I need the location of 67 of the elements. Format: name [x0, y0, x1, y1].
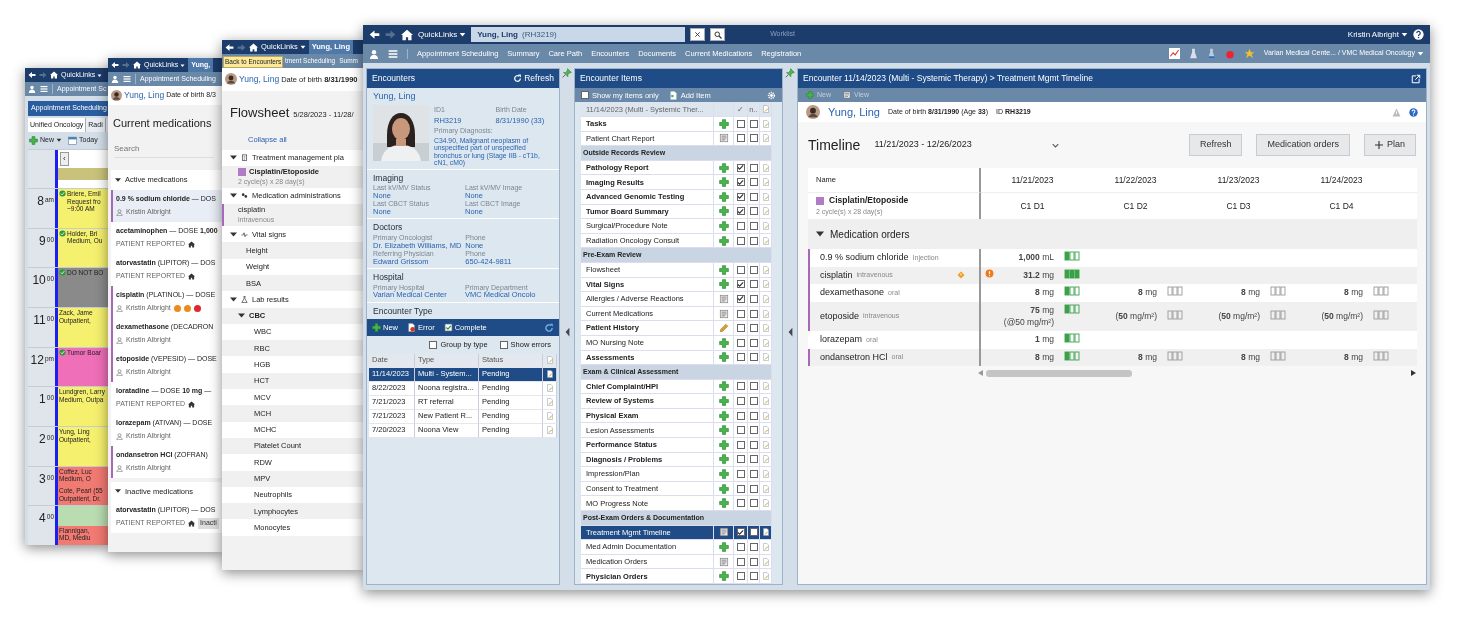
page-title: Flowsheet	[230, 103, 290, 122]
panel-title: Encounter 11/14/2023 (Multi - Systemic Therapy) > Treatment Mgmt Timeline	[803, 72, 1093, 85]
column-header[interactable]: 11/22/2023	[1084, 168, 1187, 192]
dose-text: 1,000 mL	[1018, 251, 1054, 265]
dose-text: 8 mg	[1035, 350, 1054, 364]
hour-label: 4	[39, 512, 46, 528]
section-title: Encounter Type	[373, 304, 434, 318]
column-header[interactable]: 11/24/2023	[1290, 168, 1393, 192]
panel-title: Encounters	[372, 72, 415, 85]
patient-tab[interactable]: Yung, Ling (RH3219)	[471, 27, 686, 42]
dose-text: 31.2 mg	[1023, 268, 1054, 282]
dose-text: (50 mg/m²)	[1115, 309, 1157, 323]
column-header[interactable]: 11/21/2023	[981, 168, 1084, 192]
patient-name[interactable]: Yung, Ling	[828, 103, 880, 121]
patient-id: (RH3219)	[522, 28, 557, 41]
patient-name[interactable]: Yung, Ling	[239, 73, 280, 86]
hour-label: 11	[33, 314, 46, 330]
medication-name: etoposide	[820, 309, 860, 323]
search-field[interactable]: Search	[114, 141, 214, 159]
dose-text: 75 mg	[1030, 303, 1054, 317]
section-title: Hospital	[373, 270, 405, 284]
panel-title: Encounter Items	[580, 72, 642, 85]
cycle-day: C1 D3	[1187, 192, 1290, 219]
page-title: Current medications	[113, 115, 213, 131]
dose-text: 8 mg	[1138, 350, 1157, 364]
dose-text: 8 mg	[1035, 286, 1054, 300]
patient-name[interactable]: Yung, Ling	[124, 89, 165, 102]
medication-name: ondansetron HCl	[820, 350, 888, 364]
dose-text: (50 mg/m²)	[1321, 309, 1363, 323]
quicklinks-menu[interactable]: QuickLinks	[418, 28, 467, 41]
medication-name: lorazepam	[820, 333, 863, 346]
cycle-day: C1 D1	[981, 192, 1084, 219]
refresh-button[interactable]: Refresh	[1188, 134, 1243, 156]
orders-button[interactable]: Medication orders	[1256, 134, 1350, 156]
cycle-day: C1 D4	[1290, 192, 1393, 219]
hour-label: 3	[39, 472, 46, 488]
section-header[interactable]: Medication orders	[808, 219, 1417, 249]
section-title: Doctors	[373, 221, 404, 234]
medication-name: dexamethasone	[820, 286, 885, 299]
section-title: Medication orders	[830, 227, 910, 242]
previous-button[interactable]: ‹	[60, 151, 69, 166]
dose-text: 8 mg	[1138, 286, 1157, 300]
patient-name[interactable]: Yung, Ling	[373, 90, 553, 104]
dose-note: (@50 mg/m²)	[1003, 316, 1054, 329]
dose-text: 1 mg	[1035, 333, 1054, 347]
user-menu[interactable]: Kristin Albright	[1347, 28, 1408, 41]
dose-text: (50 mg/m²)	[1218, 309, 1260, 323]
dose-text: 8 mg	[1344, 286, 1363, 300]
dose-text: 8 mg	[1241, 350, 1260, 364]
cycle-day: C1 D2	[1084, 192, 1187, 219]
hour-label: 2	[39, 433, 46, 449]
plan-name: Cisplatin/Etoposide	[829, 194, 909, 208]
column-header[interactable]: 11/23/2023	[1187, 168, 1290, 192]
medication-name: 0.9 % sodium chloride	[820, 251, 909, 264]
hour-label: 12	[30, 353, 44, 369]
hour-label: 10	[32, 274, 46, 290]
hour-label: 9	[39, 234, 46, 250]
date-range-picker[interactable]: 11/21/2023 - 12/26/2023	[874, 138, 1059, 152]
page-title: Timeline	[808, 135, 861, 155]
medication-name: cisplatin	[820, 268, 853, 282]
dose-text: 8 mg	[1344, 350, 1363, 364]
dose-text: 8 mg	[1241, 286, 1260, 300]
section-title: Imaging	[373, 171, 405, 185]
hour-label: 8	[37, 195, 44, 211]
refresh-button[interactable]: Refresh	[513, 72, 554, 85]
hour-label: 1	[39, 393, 46, 409]
plan-button[interactable]: Plan	[1364, 134, 1416, 156]
